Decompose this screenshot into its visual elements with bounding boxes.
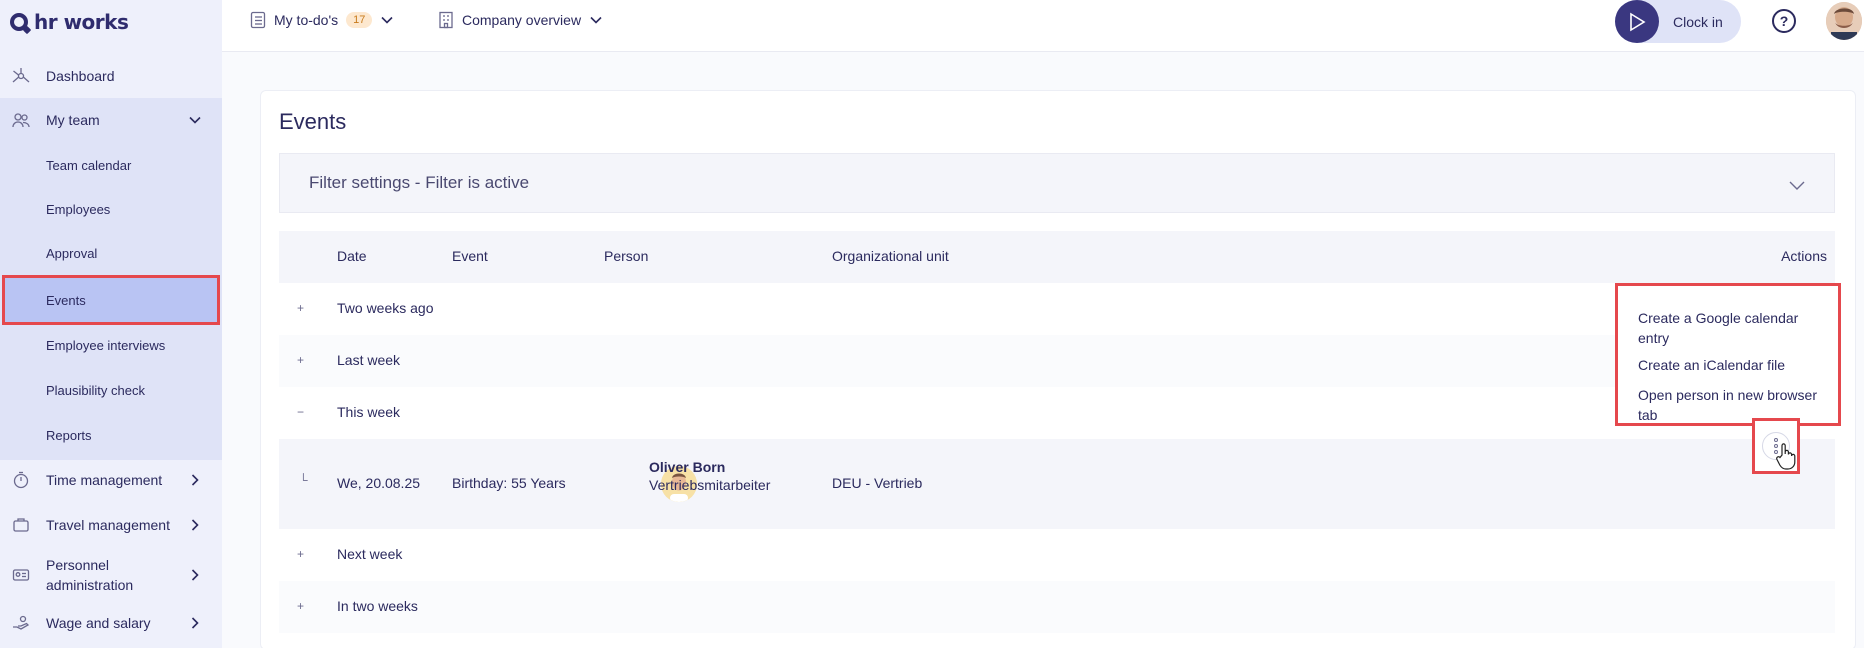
group-label: In two weeks (337, 598, 418, 614)
sidebar-item-approval[interactable]: Approval (0, 231, 222, 275)
person-name-link[interactable]: Oliver Born (649, 459, 725, 475)
menu-item-icalendar-file[interactable]: Create an iCalendar file (1638, 355, 1828, 375)
sidebar-item-label: Wage and salary (46, 615, 151, 631)
checklist-icon (250, 11, 266, 29)
sidebar-item-team-calendar[interactable]: Team calendar (0, 143, 222, 187)
group-label: Two weeks ago (337, 300, 434, 316)
column-header-person[interactable]: Person (604, 248, 648, 264)
company-overview-label: Company overview (462, 12, 582, 28)
chevron-right-icon (191, 519, 199, 531)
sidebar-item-my-team[interactable]: My team (0, 102, 222, 138)
event-name: Birthday: 55 Years (452, 475, 566, 491)
help-icon[interactable]: ? (1772, 9, 1796, 33)
sidebar-item-travel-management[interactable]: Travel management (0, 507, 222, 543)
todos-count-badge: 17 (346, 12, 373, 28)
group-row-last-week[interactable]: + Last week (279, 335, 1835, 387)
company-overview-dropdown[interactable]: Company overview (438, 0, 603, 40)
chevron-down-icon (381, 16, 393, 24)
hand-money-icon (13, 615, 30, 630)
group-label: Next week (337, 546, 403, 562)
sidebar-item-personnel-administration[interactable]: Personnel administration (0, 553, 222, 597)
sidebar-item-employees[interactable]: Employees (0, 187, 222, 231)
hrworks-logo[interactable]: hr works (10, 8, 129, 36)
sidebar-item-dashboard[interactable]: Dashboard (0, 58, 222, 94)
sidebar-item-events[interactable]: Events (2, 275, 220, 325)
event-date: We, 20.08.25 (337, 475, 421, 491)
organizational-unit: DEU - Vertrieb (832, 475, 923, 491)
chevron-down-icon (590, 16, 602, 24)
expand-icon[interactable]: + (297, 547, 304, 561)
expand-icon[interactable]: + (297, 353, 304, 367)
person-role: Vertriebsmitarbeiter (649, 477, 771, 493)
filter-settings-label: Filter settings - Filter is active (309, 173, 530, 192)
column-header-organizational-unit[interactable]: Organizational unit (832, 248, 949, 264)
group-label: Last week (337, 352, 401, 368)
sidebar-item-label: My team (46, 112, 100, 128)
clock-in-button[interactable]: Clock in (1615, 0, 1741, 43)
hand-cursor-icon (1776, 443, 1796, 470)
group-row-two-weeks-ago[interactable]: + Two weeks ago (279, 283, 1835, 335)
column-header-event[interactable]: Event (452, 248, 488, 264)
group-row-next-week[interactable]: + Next week (279, 529, 1835, 581)
sidebar-item-plausibility-check[interactable]: Plausibility check (0, 368, 222, 412)
building-icon (439, 11, 453, 29)
clock-in-label: Clock in (1673, 13, 1723, 30)
column-header-actions: Actions (1781, 248, 1827, 264)
page-title: Events (279, 109, 347, 134)
sidebar: hr works Dashboard My team Team calendar… (0, 0, 222, 648)
top-bar: My to-do's 17 Company overview Clock in … (222, 0, 1864, 52)
sidebar-item-label: Time management (46, 472, 163, 488)
todos-label: My to-do's (274, 12, 339, 28)
chevron-right-icon (191, 569, 199, 581)
id-card-icon (12, 569, 30, 581)
sidebar-item-wage-and-salary[interactable]: Wage and salary (0, 605, 222, 641)
menu-item-google-calendar[interactable]: Create a Google calendar entry (1638, 308, 1828, 348)
stopwatch-icon (13, 471, 29, 489)
chevron-right-icon (191, 474, 199, 486)
group-label: This week (337, 404, 401, 420)
sidebar-item-reports[interactable]: Reports (0, 413, 222, 457)
sidebar-item-time-management[interactable]: Time management (0, 462, 222, 498)
sidebar-item-employee-interviews[interactable]: Employee interviews (0, 323, 222, 367)
group-row-this-week[interactable]: − This week (279, 387, 1835, 439)
column-header-date[interactable]: Date (337, 248, 367, 264)
actions-menu: Create a Google calendar entry Create an… (1615, 283, 1841, 426)
table-row: └ We, 20.08.25 Birthday: 55 Years Oliver… (279, 439, 1835, 529)
logo-icon (10, 13, 28, 31)
play-icon (1615, 0, 1659, 43)
expand-icon[interactable]: + (297, 599, 304, 613)
expand-icon[interactable]: + (297, 301, 304, 315)
sidebar-item-label: Travel management (46, 517, 170, 533)
logo-text: hr works (34, 10, 129, 34)
team-icon (12, 113, 30, 128)
filter-settings-panel[interactable]: Filter settings - Filter is active (279, 153, 1835, 213)
chevron-down-icon (1789, 181, 1805, 190)
user-avatar[interactable] (1826, 2, 1862, 40)
table-header: Date Event Person Organizational unit Ac… (279, 231, 1835, 283)
sidebar-item-label: Dashboard (46, 68, 115, 84)
collapse-icon[interactable]: − (297, 405, 304, 419)
suitcase-icon (13, 518, 29, 532)
chevron-down-icon (189, 116, 201, 124)
group-row-in-two-weeks[interactable]: + In two weeks (279, 581, 1835, 633)
sidebar-item-label: Personnel administration (46, 557, 134, 593)
chevron-right-icon (191, 617, 199, 629)
dashboard-icon (12, 68, 30, 83)
tree-branch-icon: └ (299, 473, 308, 487)
todos-dropdown[interactable]: My to-do's 17 (250, 0, 394, 40)
main-content: Events Filter settings - Filter is activ… (222, 52, 1864, 648)
